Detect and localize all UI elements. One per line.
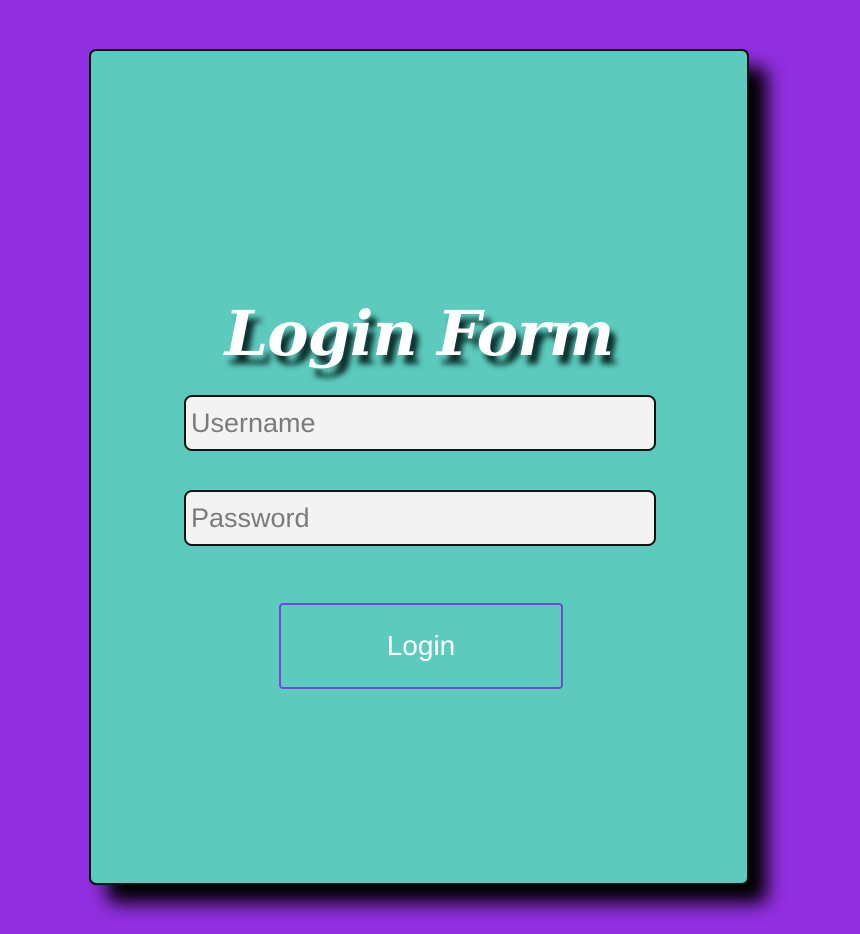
password-input[interactable] — [184, 490, 656, 546]
form-title: Login Form — [224, 297, 615, 370]
login-button[interactable]: Login — [279, 603, 563, 689]
login-card: Login Form Login — [89, 49, 749, 885]
username-input[interactable] — [184, 395, 656, 451]
